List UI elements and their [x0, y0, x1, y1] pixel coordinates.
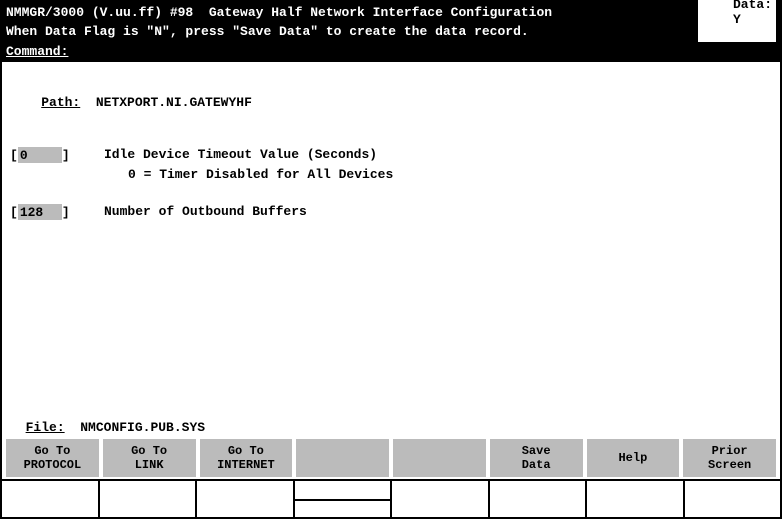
- bracket-close: ]: [62, 205, 70, 220]
- data-flag-value: Y: [733, 12, 741, 27]
- fkey-save-data[interactable]: Save Data: [490, 439, 583, 477]
- fkey-line2: PROTOCOL: [24, 458, 82, 472]
- fkey-line1: Go To: [228, 444, 264, 458]
- app-title: NMMGR/3000 (V.uu.ff) #98 Gateway Half Ne…: [6, 5, 552, 20]
- fkey-goto-protocol[interactable]: Go To PROTOCOL: [6, 439, 99, 477]
- fkey-line2: INTERNET: [217, 458, 275, 472]
- fkey-line2: Screen: [708, 458, 751, 472]
- path-row: Path: NETXPORT.NI.GATEWYHF: [10, 80, 772, 125]
- bottom-status-grid: [2, 479, 780, 517]
- file-value: NMCONFIG.PUB.SYS: [80, 420, 205, 435]
- field-input-wrap-buffers: [ ]: [10, 204, 80, 220]
- bottom-cell-8: [685, 481, 781, 517]
- divider: [295, 499, 391, 501]
- timeout-sublabel: 0 = Timer Disabled for All Devices: [128, 167, 772, 182]
- fkey-goto-internet[interactable]: Go To INTERNET: [200, 439, 293, 477]
- data-flag-label: Data:: [733, 0, 772, 12]
- hint-bar: When Data Flag is "N", press "Save Data"…: [2, 22, 780, 42]
- path-value: NETXPORT.NI.GATEWYHF: [96, 95, 252, 110]
- bracket-open: [: [10, 148, 18, 163]
- timeout-label: Idle Device Timeout Value (Seconds): [104, 147, 377, 162]
- bottom-cell-2: [100, 481, 198, 517]
- fkey-line1: Help: [618, 451, 647, 465]
- command-label: Command:: [6, 44, 68, 60]
- bottom-cell-5: [392, 481, 490, 517]
- data-flag: Data: Y: [698, 0, 776, 42]
- fkey-line1: Save: [522, 444, 551, 458]
- fkey-f4[interactable]: [296, 439, 389, 477]
- fkey-line1: Go To: [34, 444, 70, 458]
- field-input-wrap-timeout: [ ]: [10, 147, 80, 163]
- buffers-input[interactable]: [18, 204, 62, 220]
- fkey-line2: Data: [522, 458, 551, 472]
- fkey-bar: Go To PROTOCOL Go To LINK Go To INTERNET…: [2, 439, 780, 477]
- command-input[interactable]: [72, 44, 776, 60]
- bottom-cell-4: [295, 481, 393, 517]
- command-bar: Command:: [2, 42, 780, 62]
- bracket-open: [: [10, 205, 18, 220]
- fkey-line1: Prior: [712, 444, 748, 458]
- fkey-prior-screen[interactable]: Prior Screen: [683, 439, 776, 477]
- buffers-label: Number of Outbound Buffers: [104, 204, 307, 219]
- fkey-help[interactable]: Help: [587, 439, 680, 477]
- content-area: Path: NETXPORT.NI.GATEWYHF [ ] Idle Devi…: [2, 62, 780, 232]
- field-row-timeout: [ ] Idle Device Timeout Value (Seconds): [10, 147, 772, 163]
- bracket-close: ]: [62, 148, 70, 163]
- fkey-goto-link[interactable]: Go To LINK: [103, 439, 196, 477]
- field-row-buffers: [ ] Number of Outbound Buffers: [10, 204, 772, 220]
- bottom-cell-7: [587, 481, 685, 517]
- timeout-input[interactable]: [18, 147, 62, 163]
- bottom-cell-1: [2, 481, 100, 517]
- bottom-cell-3: [197, 481, 295, 517]
- header-bar: NMMGR/3000 (V.uu.ff) #98 Gateway Half Ne…: [2, 2, 780, 22]
- fkey-line2: LINK: [135, 458, 164, 472]
- fkey-line1: Go To: [131, 444, 167, 458]
- fkey-f5[interactable]: [393, 439, 486, 477]
- bottom-cell-6: [490, 481, 588, 517]
- path-label: Path:: [41, 95, 80, 110]
- file-label: File:: [26, 420, 65, 435]
- file-row: File: NMCONFIG.PUB.SYS: [10, 405, 205, 435]
